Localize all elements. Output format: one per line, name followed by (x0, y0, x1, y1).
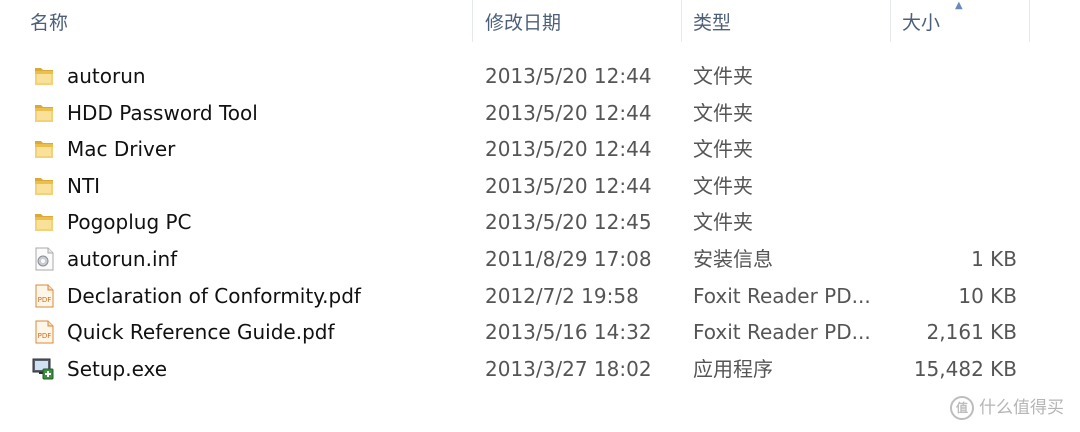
file-name: Declaration of Conformity.pdf (67, 283, 361, 308)
file-type: 应用程序 (693, 356, 773, 381)
file-name: Pogoplug PC (67, 210, 192, 235)
column-divider[interactable] (681, 0, 682, 42)
file-type: 文件夹 (693, 210, 753, 235)
column-header-size[interactable]: 大小 (902, 0, 940, 42)
pdf-icon: PDF (31, 319, 57, 345)
folder-icon (31, 173, 57, 199)
file-modified-date: 2011/8/29 17:08 (485, 247, 652, 271)
file-row[interactable]: HDD Password Tool 2013/5/20 12:44 文件夹 (0, 94, 1080, 130)
settings-file-icon (31, 246, 57, 272)
file-row[interactable]: Pogoplug PC 2013/5/20 12:45 文件夹 (0, 203, 1080, 239)
file-type: 文件夹 (693, 100, 753, 125)
file-type: Foxit Reader PD... (693, 320, 871, 345)
file-type: Foxit Reader PD... (693, 283, 871, 308)
folder-icon (31, 63, 57, 89)
file-modified-date: 2013/5/20 12:44 (485, 100, 652, 125)
file-type: 文件夹 (693, 173, 753, 198)
sort-ascending-icon: ▲ (955, 0, 963, 11)
file-size: 15,482 KB (913, 356, 1017, 381)
file-type: 安装信息 (693, 247, 773, 271)
file-name: autorun.inf (67, 247, 178, 271)
file-modified-date: 2013/5/20 12:44 (485, 137, 652, 162)
file-size: 2,161 KB (926, 320, 1017, 345)
column-header-name[interactable]: 名称 (30, 0, 68, 42)
setup-icon (31, 356, 57, 382)
file-type: 文件夹 (693, 137, 753, 162)
file-name: Quick Reference Guide.pdf (67, 320, 335, 345)
file-modified-date: 2013/3/27 18:02 (485, 356, 652, 381)
file-modified-date: 2013/5/20 12:45 (485, 210, 652, 235)
svg-text:PDF: PDF (38, 296, 52, 304)
column-divider[interactable] (890, 0, 891, 42)
file-name: NTI (67, 173, 101, 198)
file-modified-date: 2013/5/16 14:32 (485, 320, 652, 345)
file-type: 文件夹 (693, 64, 753, 88)
file-row[interactable]: PDF Quick Reference Guide.pdf 2013/5/16 14… (0, 313, 1080, 349)
watermark-text: 什么值得买 (979, 398, 1064, 418)
watermark-logo-icon: 值 (950, 396, 974, 420)
folder-icon (31, 136, 57, 162)
file-row[interactable]: autorun.inf 2011/8/29 17:08 安装信息 1 KB (0, 240, 1080, 276)
column-header-date[interactable]: 修改日期 (485, 0, 561, 42)
file-size: 10 KB (958, 283, 1017, 308)
file-row[interactable]: autorun 2013/5/20 12:44 文件夹 (0, 57, 1080, 93)
file-size: 1 KB (971, 247, 1017, 271)
file-name: Mac Driver (67, 137, 176, 162)
column-divider[interactable] (1029, 0, 1030, 42)
watermark: 值什么值得买 (950, 396, 1064, 420)
file-modified-date: 2013/5/20 12:44 (485, 64, 652, 88)
file-name: HDD Password Tool (67, 100, 258, 125)
file-row[interactable]: NTI 2013/5/20 12:44 文件夹 (0, 167, 1080, 203)
svg-text:PDF: PDF (38, 332, 52, 340)
pdf-icon: PDF (31, 283, 57, 309)
column-divider[interactable] (472, 0, 473, 42)
file-row[interactable]: Mac Driver 2013/5/20 12:44 文件夹 (0, 130, 1080, 166)
folder-icon (31, 209, 57, 235)
file-name: Setup.exe (67, 356, 168, 381)
column-header-bar: 名称 修改日期 类型 大小 ▲ (0, 0, 1080, 42)
file-row[interactable]: Setup.exe 2013/3/27 18:02 应用程序 15,482 KB (0, 350, 1080, 386)
column-header-type[interactable]: 类型 (693, 0, 731, 42)
file-modified-date: 2013/5/20 12:44 (485, 173, 652, 198)
file-name: autorun (67, 64, 146, 88)
folder-icon (31, 100, 57, 126)
file-modified-date: 2012/7/2 19:58 (485, 283, 639, 308)
file-row[interactable]: PDF Declaration of Conformity.pdf 2012/7/2… (0, 277, 1080, 313)
